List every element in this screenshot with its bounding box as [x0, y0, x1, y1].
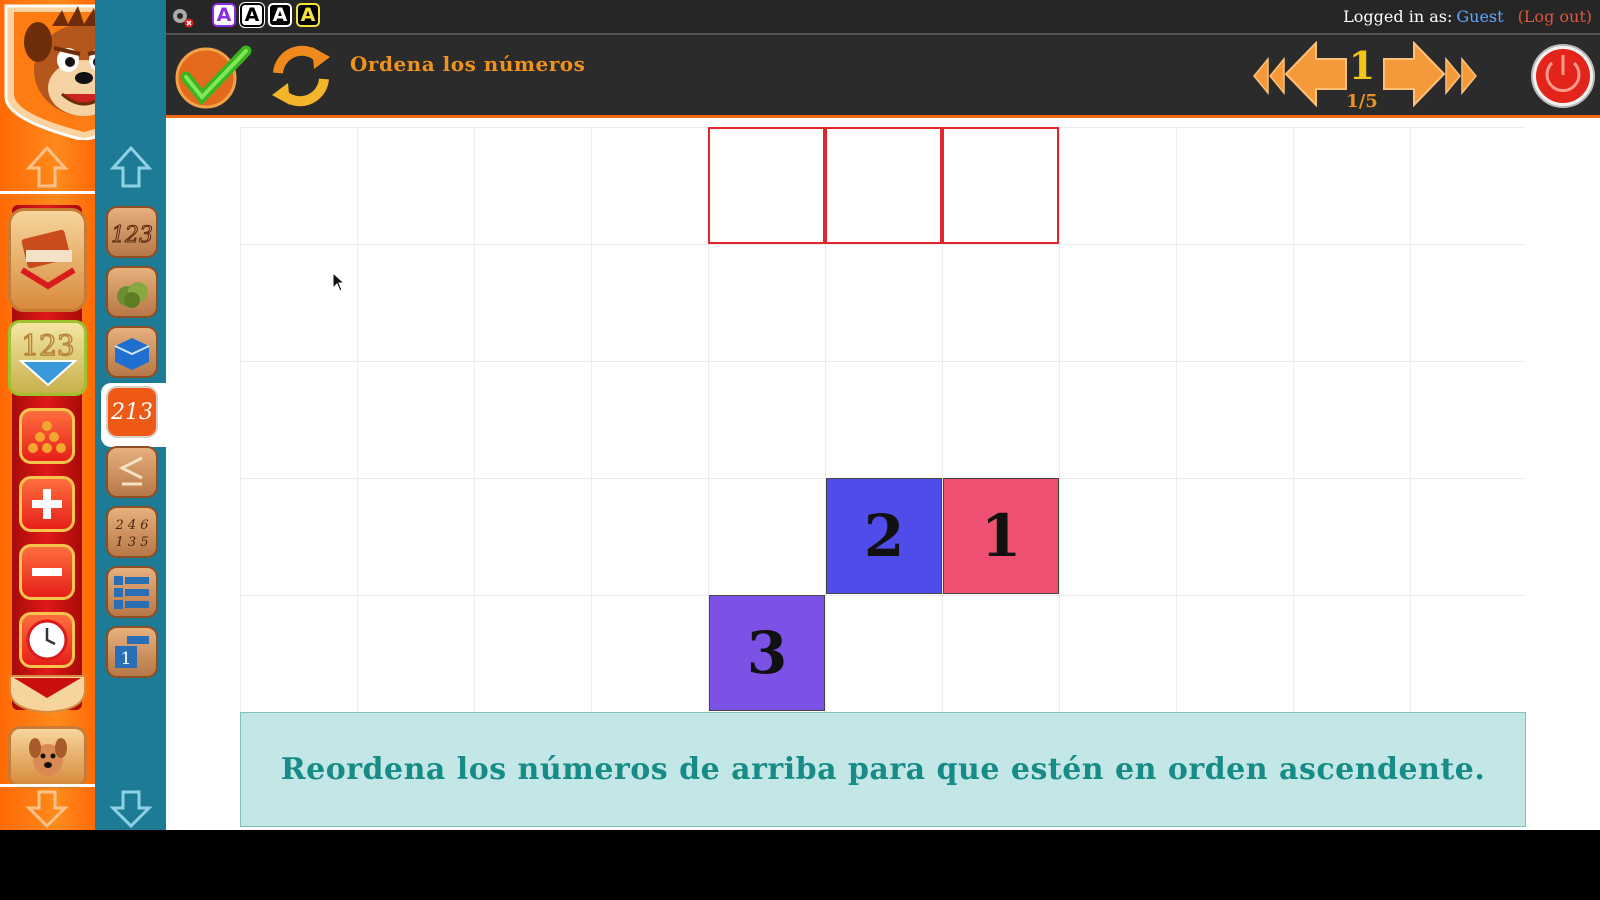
font-style-white-button[interactable]: A [239, 2, 265, 28]
first-icon [1253, 56, 1285, 96]
books-button[interactable] [8, 208, 87, 312]
font-style-yellow-button[interactable]: A [296, 3, 320, 27]
user-name-link[interactable]: Guest [1456, 7, 1503, 26]
number-list-icon [114, 576, 149, 609]
mouse-cursor-icon [332, 271, 346, 296]
number-tile[interactable]: 3 [709, 595, 825, 711]
target-slot[interactable] [825, 127, 942, 244]
sidebar-item-compare[interactable] [106, 446, 158, 498]
dog-button[interactable] [8, 726, 87, 788]
login-status: Logged in as: Guest (Log out) [1343, 7, 1592, 26]
first-level-button[interactable] [1252, 56, 1286, 96]
target-slot[interactable] [708, 127, 825, 244]
level-number: 1 [1348, 43, 1376, 88]
activity-toolbar: Ordena los números 1 1/5 [166, 35, 1600, 118]
minus-icon [32, 568, 62, 576]
sidebar-item-apples[interactable] [106, 266, 158, 318]
books-icon [19, 229, 76, 290]
less-equal-icon [118, 456, 143, 486]
sidebar-item-counting[interactable]: 123 [106, 206, 158, 258]
down-arrow-icon [25, 790, 69, 829]
clock-icon [26, 619, 68, 661]
numbers-button[interactable]: 123 [8, 320, 87, 396]
up-arrow-icon [25, 145, 69, 188]
game-board: 2 1 3 [240, 127, 1526, 712]
top-bar: A A A A Logged in as: Guest (Log out) [166, 0, 1600, 35]
plus-icon [32, 489, 62, 519]
settings-icon[interactable] [170, 6, 194, 28]
next-icon [1383, 40, 1446, 108]
svg-text:123: 123 [111, 223, 153, 248]
font-style-purple-button[interactable]: A [212, 3, 236, 27]
numbers-123-icon: 123 [111, 223, 154, 249]
activity-title: Ordena los números [350, 52, 586, 76]
power-button[interactable] [1530, 43, 1596, 109]
sidebar-item-number-card[interactable]: 1 [106, 626, 158, 678]
number-tile[interactable]: 2 [826, 478, 942, 594]
next-level-button[interactable] [1382, 40, 1446, 108]
reload-button[interactable] [266, 43, 336, 109]
last-icon [1445, 56, 1477, 96]
sidebar-chevron [8, 672, 87, 718]
sidebar-item-odd-even[interactable]: 2 4 6 1 3 5 [106, 506, 158, 558]
dog-icon [28, 738, 67, 776]
scroll-up-button[interactable] [109, 145, 153, 192]
odd-even-icon: 2 4 6 1 3 5 [114, 518, 148, 550]
power-icon [1531, 44, 1595, 108]
reorder-213-icon: 213 [111, 399, 153, 425]
level-progress: 1/5 [1346, 91, 1378, 112]
sidebar-item-reorder[interactable]: 213 [106, 386, 158, 438]
addition-button[interactable] [19, 476, 75, 532]
apples-icon [117, 282, 148, 308]
refresh-icon [272, 45, 330, 107]
check-button[interactable] [172, 43, 252, 109]
balls-button[interactable] [19, 408, 75, 464]
login-label: Logged in as: [1343, 7, 1453, 26]
chevron-down-icon [9, 675, 86, 714]
app-window: 123 123 213 2 4 6 1 3 5 1 A A A A Logged… [0, 0, 1600, 830]
scroll-down-button[interactable] [25, 790, 69, 830]
svg-text:2 4 6: 2 4 6 [114, 518, 148, 533]
font-style-black-button[interactable]: A [268, 3, 292, 27]
basket-icon [114, 338, 150, 370]
svg-text:1 3 5: 1 3 5 [115, 535, 148, 550]
scroll-down-button[interactable] [109, 790, 153, 830]
balls-icon [28, 421, 66, 453]
clock-button[interactable] [19, 612, 75, 668]
svg-text:1: 1 [121, 649, 132, 669]
subtraction-button[interactable] [19, 544, 75, 600]
svg-text:123: 123 [21, 329, 74, 362]
number-tile[interactable]: 1 [943, 478, 1059, 594]
last-level-button[interactable] [1444, 56, 1478, 96]
down-arrow-icon [109, 790, 153, 829]
sidebar-item-basket[interactable] [106, 326, 158, 378]
instruction-text: Reordena los números de arriba para que … [240, 712, 1526, 827]
sidebar-left: 123 [0, 0, 166, 830]
logout-link[interactable]: (Log out) [1518, 7, 1592, 26]
sidebar-item-number-list[interactable] [106, 566, 158, 618]
target-slot[interactable] [942, 127, 1059, 244]
numbers-icon: 123 [17, 328, 78, 387]
up-arrow-icon [109, 145, 153, 188]
check-icon [175, 45, 252, 109]
scroll-up-button[interactable] [25, 145, 69, 192]
number-card-icon: 1 [115, 636, 149, 669]
